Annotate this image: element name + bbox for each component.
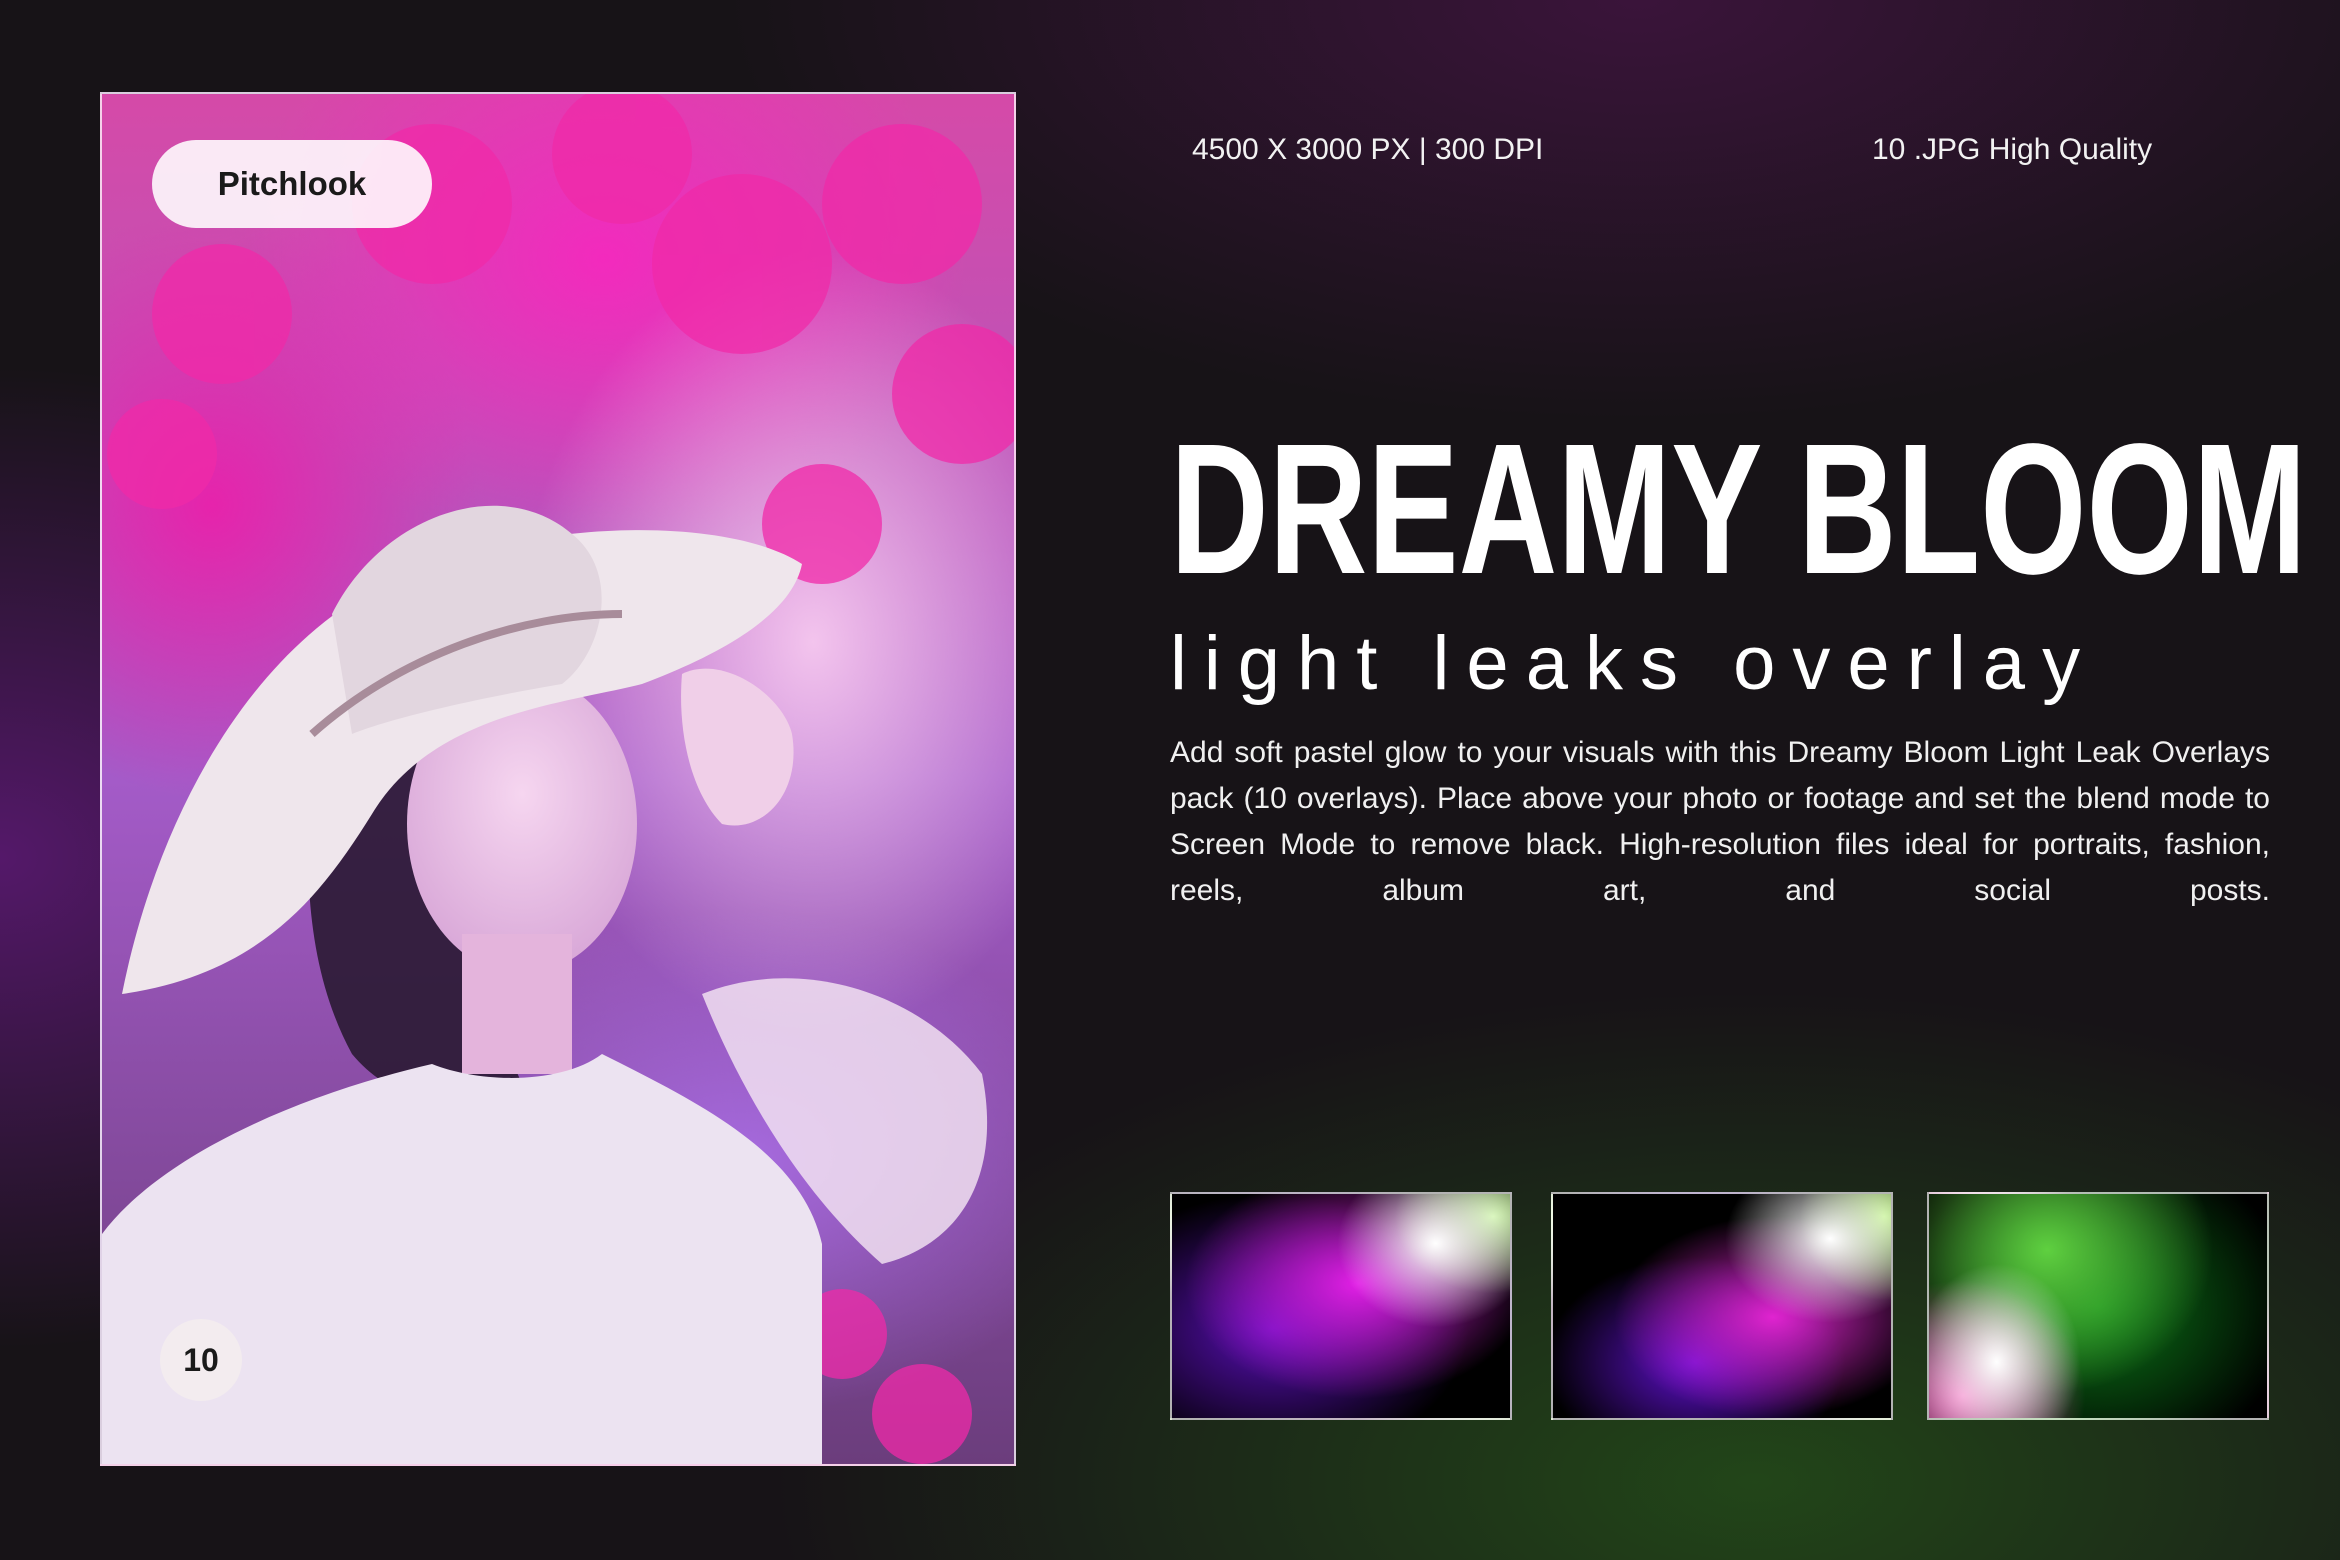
overlay-preview-3	[1927, 1192, 2269, 1420]
hero-photo: Pitchlook 10	[100, 92, 1016, 1466]
product-title: DREAMY BLOOM	[1170, 406, 2307, 613]
hero-illustration	[102, 94, 1014, 1464]
format-spec: 10 .JPG High Quality	[1872, 133, 2153, 166]
white-dress	[102, 1054, 822, 1464]
resolution-spec: 4500 X 3000 PX | 300 DPI	[1192, 133, 1544, 166]
neck	[462, 934, 572, 1074]
raised-hand	[681, 668, 794, 826]
product-description: Add soft pastel glow to your visuals wit…	[1170, 736, 2270, 907]
overlay-preview-1	[1170, 1192, 1512, 1420]
product-subtitle: light leaks overlay	[1170, 621, 2098, 706]
brand-badge: Pitchlook	[152, 140, 432, 228]
overlay-count-badge: 10	[160, 1319, 242, 1401]
overlay-preview-2	[1551, 1192, 1893, 1420]
